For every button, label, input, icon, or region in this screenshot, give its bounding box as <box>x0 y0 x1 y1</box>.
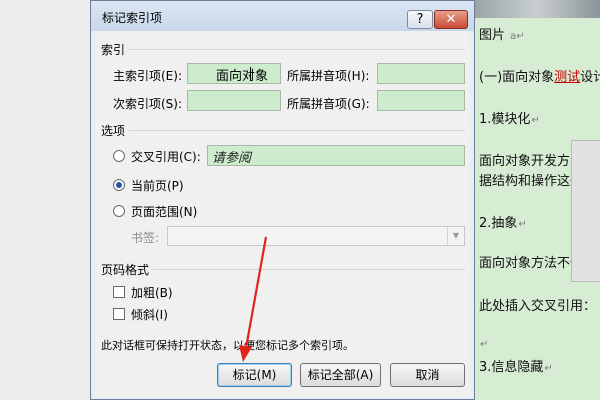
close-button[interactable]: ✕ <box>434 10 468 29</box>
cross-reference-value: 请参阅 <box>212 151 252 166</box>
bold-label[interactable]: 加粗(B) <box>131 284 173 301</box>
mark-index-entry-dialog: 标记索引项 ? ✕ 索引 主索引项(E): 面向对象 所属拼音项(H): 次索引… <box>90 0 475 400</box>
main-entry-input[interactable]: 面向对象 <box>187 63 281 84</box>
dialog-hint-text: 此对话框可保持打开状态，以便您标记多个索引项。 <box>101 339 354 352</box>
mark-button[interactable]: 标记(M) <box>217 363 292 387</box>
main-pinyin-label: 所属拼音项(H): <box>287 69 370 83</box>
bookmark-label: 书签: <box>131 231 160 245</box>
dialog-titlebar[interactable]: 标记索引项 ? ✕ <box>91 1 474 31</box>
doc-text: 图片 <box>479 28 506 43</box>
doc-text: (一)面向对象 <box>479 70 555 85</box>
paragraph-mark: ↵ <box>480 339 489 350</box>
doc-line-empty: ↵ <box>479 336 488 351</box>
mark-all-button[interactable]: 标记全部(A) <box>300 363 381 387</box>
cross-reference-input[interactable]: 请参阅 <box>207 145 465 166</box>
current-page-radio[interactable] <box>113 179 125 191</box>
doc-text: 此处插入交叉引用： <box>479 299 597 314</box>
background-window-left <box>0 0 90 400</box>
current-page-label[interactable]: 当前页(P) <box>131 177 184 194</box>
doc-text: 1.模块化 <box>479 112 531 127</box>
mark-button-label: 标记(M) <box>232 368 277 382</box>
doc-line-2: (一)面向对象测试设计 <box>479 66 600 85</box>
paragraph-mark: a↵ <box>510 31 525 42</box>
help-icon: ? <box>416 12 424 27</box>
document-image <box>475 0 600 18</box>
dialog-body: 索引 主索引项(E): 面向对象 所属拼音项(H): 次索引项(S): 所属拼音… <box>95 31 470 397</box>
doc-line-8: 此处插入交叉引用： <box>479 295 596 314</box>
sub-entry-input[interactable] <box>187 90 281 111</box>
document-scrollbar-thumb[interactable] <box>571 140 600 282</box>
help-button[interactable]: ? <box>407 10 433 29</box>
bold-checkbox[interactable] <box>113 286 125 298</box>
bookmark-select[interactable]: ▼ <box>167 226 465 246</box>
sub-pinyin-input[interactable] <box>377 90 465 111</box>
paragraph-mark: ↵ <box>518 219 527 230</box>
text-cursor <box>250 67 251 81</box>
paragraph-mark: ↵ <box>544 363 553 374</box>
doc-text: 2.抽象 <box>479 216 518 231</box>
page-range-label[interactable]: 页面范围(N) <box>131 203 197 220</box>
dialog-title: 标记索引项 <box>102 11 163 25</box>
cancel-button-label: 取消 <box>415 368 440 382</box>
cancel-button[interactable]: 取消 <box>390 363 465 387</box>
sub-pinyin-label: 所属拼音项(G): <box>287 97 370 111</box>
main-entry-label: 主索引项(E): <box>113 69 182 83</box>
options-section-title: 选项 <box>101 124 126 138</box>
close-icon: ✕ <box>445 12 457 27</box>
page-range-radio[interactable] <box>113 205 125 217</box>
italic-checkbox[interactable] <box>113 308 125 320</box>
doc-text-red: 测试 <box>554 70 581 85</box>
sub-entry-label: 次索引项(S): <box>113 97 183 111</box>
divider <box>153 269 465 270</box>
divider <box>129 49 465 50</box>
doc-text: 设计 <box>580 70 600 85</box>
cross-reference-label[interactable]: 交叉引用(C): <box>131 148 201 165</box>
doc-line-6: 2.抽象↵ <box>479 212 527 231</box>
chevron-down-icon[interactable]: ▼ <box>447 227 464 245</box>
main-entry-value: 面向对象 <box>216 69 269 84</box>
italic-label[interactable]: 倾斜(I) <box>131 306 168 323</box>
cross-reference-radio[interactable] <box>113 150 125 162</box>
doc-text: 3.信息隐藏 <box>479 360 544 375</box>
paragraph-mark: ↵ <box>531 115 540 126</box>
doc-line-9: 3.信息隐藏↵ <box>479 356 553 375</box>
index-section-title: 索引 <box>101 43 126 57</box>
page-format-section-title: 页码格式 <box>101 263 150 277</box>
doc-line-3: 1.模块化↵ <box>479 108 540 127</box>
doc-line-1: 图片 a↵ <box>479 24 525 43</box>
main-pinyin-input[interactable] <box>377 63 465 84</box>
mark-all-button-label: 标记全部(A) <box>307 368 374 382</box>
divider <box>129 130 465 131</box>
